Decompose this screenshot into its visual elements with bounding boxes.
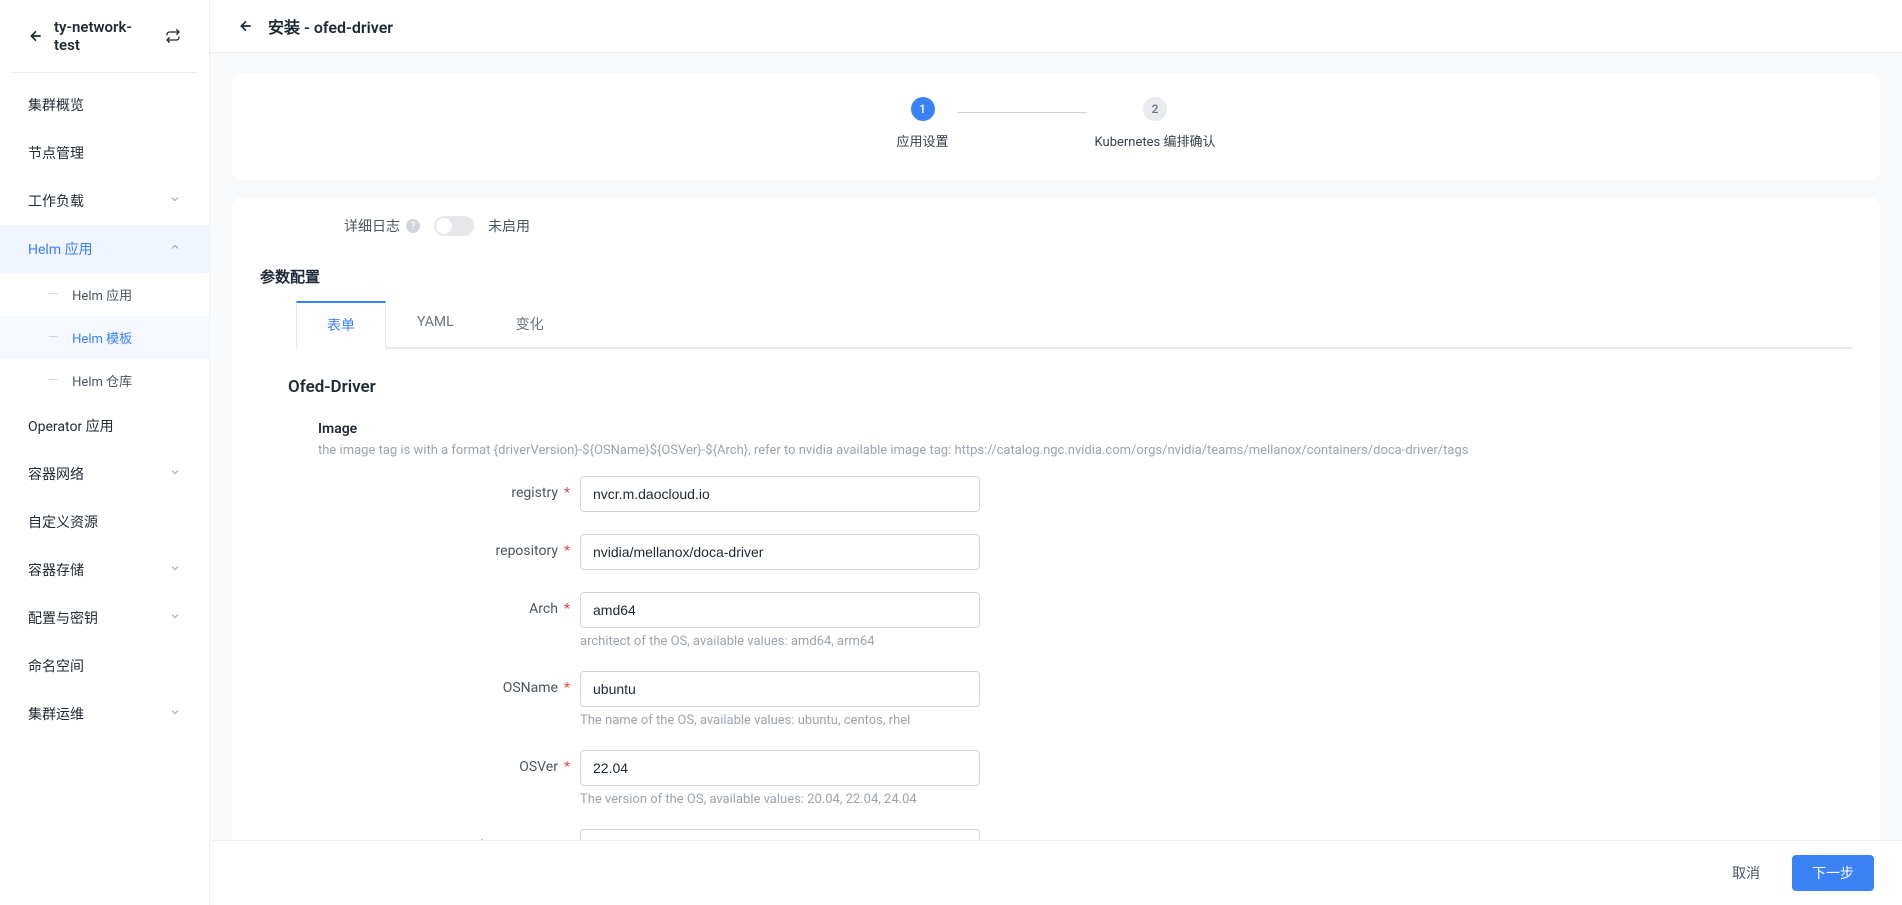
nav-list: 集群概览 节点管理 工作负载 Helm 应用 Helm 应用 Helm 模板 H… [0,73,209,746]
stepper: 1 应用设置 2 Kubernetes 编排确认 [232,97,1880,150]
input-arch[interactable] [580,592,980,628]
footer: 取消 下一步 [210,840,1902,905]
verbose-log-label-wrap: 详细日志 ? [260,216,420,236]
input-driverversion[interactable] [580,829,980,840]
nav-helm-repos[interactable]: Helm 仓库 [0,359,209,402]
step-2-label: Kubernetes 编排确认 [1095,131,1216,150]
hint-arch: architect of the OS, available values: a… [580,634,980,649]
group-heading: Ofed-Driver [260,377,1852,397]
param-section-title: 参数配置 [260,256,1852,301]
input-osver[interactable] [580,750,980,786]
label-osver: OSVer* [420,750,580,775]
label-registry: registry* [420,476,580,501]
row-registry: registry* [260,476,1852,512]
tabs: 表单 YAML 变化 [296,301,1852,349]
page-title: 安装 - ofed-driver [268,14,393,38]
tab-form[interactable]: 表单 [296,301,386,349]
step-2-circle: 2 [1143,97,1167,121]
refresh-icon[interactable] [165,28,181,44]
stepper-card: 1 应用设置 2 Kubernetes 编排确认 [232,73,1880,180]
cluster-name: ty-network-test [54,18,155,54]
row-osver: OSVer* The version of the OS, available … [260,750,1852,807]
nav-operator-apps[interactable]: Operator 应用 [0,402,209,450]
verbose-log-status: 未启用 [488,216,530,236]
nav-helm-app-list[interactable]: Helm 应用 [0,273,209,316]
chevron-down-icon [169,466,181,482]
nav-config-secrets[interactable]: 配置与密钥 [0,594,209,642]
content-scroll[interactable]: 1 应用设置 2 Kubernetes 编排确认 详细日志 ? 未启用 [210,53,1902,840]
cancel-button[interactable]: 取消 [1712,855,1780,891]
chevron-down-icon [169,706,181,722]
main: 安装 - ofed-driver 1 应用设置 2 Kubernetes 编排确… [210,0,1902,905]
verbose-log-row: 详细日志 ? 未启用 [260,198,1852,256]
verbose-log-label: 详细日志 [344,216,400,236]
tab-yaml[interactable]: YAML [386,301,485,349]
nav-workloads[interactable]: 工作负载 [0,177,209,225]
nav-container-network[interactable]: 容器网络 [0,450,209,498]
chevron-down-icon [169,193,181,209]
step-connector [957,112,1087,113]
page-header: 安装 - ofed-driver [210,0,1902,53]
next-button[interactable]: 下一步 [1792,855,1874,891]
nav-cluster-ops[interactable]: 集群运维 [0,690,209,738]
input-osname[interactable] [580,671,980,707]
sidebar: ty-network-test 集群概览 节点管理 工作负载 Helm 应用 H… [0,0,210,905]
row-arch: Arch* architect of the OS, available val… [260,592,1852,649]
back-icon[interactable] [28,28,44,44]
tab-change[interactable]: 变化 [485,301,575,349]
step-1-label: 应用设置 [897,131,949,150]
hint-osver: The version of the OS, available values:… [580,792,980,807]
image-heading: Image [260,421,1852,437]
row-osname: OSName* The name of the OS, available va… [260,671,1852,728]
form-card: 详细日志 ? 未启用 参数配置 表单 YAML 变化 Ofed-Driver I… [232,198,1880,840]
nav-helm-apps[interactable]: Helm 应用 [0,225,209,273]
nav-node-management[interactable]: 节点管理 [0,129,209,177]
label-repository: repository* [420,534,580,559]
row-repository: repository* [260,534,1852,570]
chevron-down-icon [169,562,181,578]
nav-container-storage[interactable]: 容器存储 [0,546,209,594]
chevron-up-icon [169,241,181,257]
nav-cluster-overview[interactable]: 集群概览 [0,81,209,129]
row-driverversion: driverVersion* install the version of OF… [260,829,1852,840]
hint-osname: The name of the OS, available values: ub… [580,713,980,728]
step-1-circle: 1 [911,97,935,121]
nav-namespaces[interactable]: 命名空间 [0,642,209,690]
step-1[interactable]: 1 应用设置 [897,97,949,150]
image-desc: the image tag is with a format {driverVe… [260,443,1852,458]
page-back-icon[interactable] [238,18,254,34]
label-osname: OSName* [420,671,580,696]
verbose-log-toggle[interactable] [434,216,474,236]
nav-custom-resources[interactable]: 自定义资源 [0,498,209,546]
chevron-down-icon [169,610,181,626]
step-2[interactable]: 2 Kubernetes 编排确认 [1095,97,1216,150]
input-registry[interactable] [580,476,980,512]
label-driverversion: driverVersion* [420,829,580,840]
input-repository[interactable] [580,534,980,570]
nav-helm-templates[interactable]: Helm 模板 [0,316,209,359]
label-arch: Arch* [420,592,580,617]
help-icon[interactable]: ? [406,219,420,233]
sidebar-header: ty-network-test [12,0,197,73]
